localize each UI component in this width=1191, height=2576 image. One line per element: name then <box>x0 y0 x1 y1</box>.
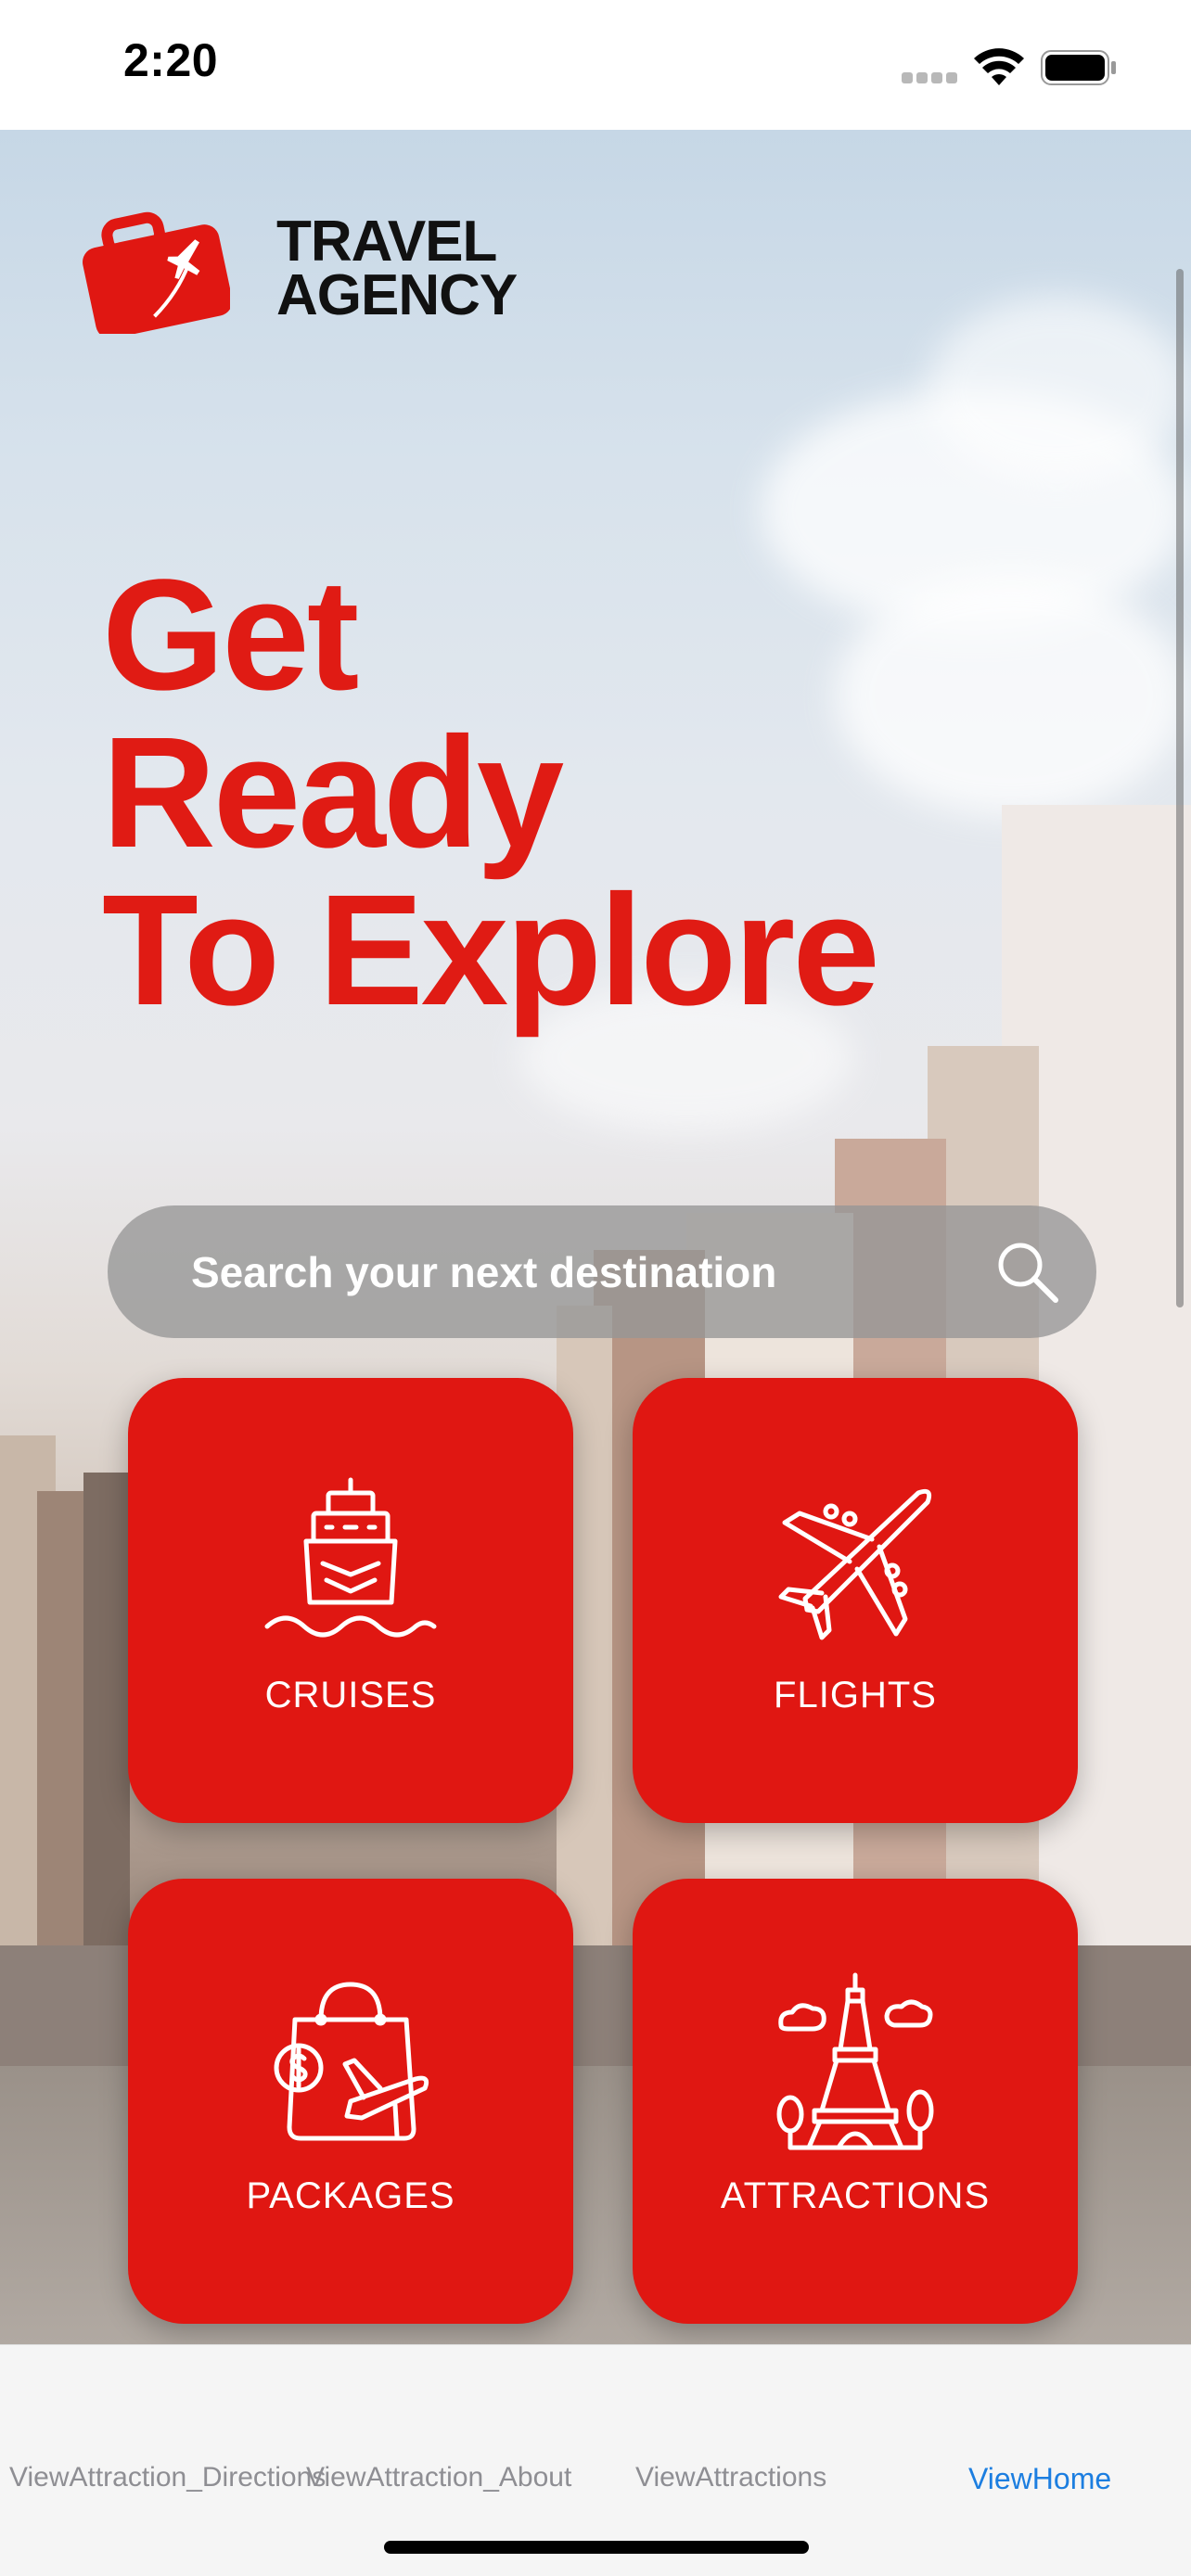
logo-text: TRAVEL AGENCY <box>276 210 518 327</box>
cruise-ship-icon <box>264 1477 437 1638</box>
cellular-signal-icon <box>902 72 957 83</box>
tab-view-home[interactable]: ViewHome <box>968 2462 1111 2496</box>
wifi-icon <box>974 48 1024 85</box>
logo-text-line2: AGENCY <box>276 263 518 327</box>
shopping-bag-icon <box>274 1982 429 2141</box>
tab-view-attraction-about[interactable]: ViewAttraction_About <box>306 2462 571 2493</box>
airplane-icon <box>778 1488 932 1640</box>
scroll-indicator[interactable] <box>1176 269 1184 1307</box>
status-bar: 2:20 <box>0 0 1191 130</box>
cruises-label: CRUISES <box>264 1675 437 1715</box>
eiffel-tower-icon <box>776 1972 934 2150</box>
travel-agency-logo: TRAVEL AGENCY <box>82 204 527 343</box>
packages-button[interactable]: PACKAGES <box>128 1879 573 2324</box>
attractions-label: ATTRACTIONS <box>720 2175 991 2216</box>
status-time: 2:20 <box>123 34 219 86</box>
search-input[interactable] <box>191 1205 1026 1338</box>
headline-line3: To Explore <box>102 862 880 1039</box>
battery-icon <box>1041 50 1116 85</box>
attractions-button[interactable]: ATTRACTIONS <box>633 1879 1078 2324</box>
logo-text-line1: TRAVEL <box>276 210 497 274</box>
home-indicator <box>384 2541 809 2554</box>
flights-label: FLIGHTS <box>774 1675 937 1715</box>
tab-view-attraction-directions[interactable]: ViewAttraction_Directions <box>9 2462 326 2493</box>
headline-line2: Ready <box>102 705 564 881</box>
cruises-button[interactable]: CRUISES <box>128 1378 573 1823</box>
headline-line1: Get <box>102 547 359 723</box>
flights-button[interactable]: FLIGHTS <box>633 1378 1078 1823</box>
search-bar[interactable] <box>108 1205 1096 1338</box>
tab-view-attractions[interactable]: ViewAttractions <box>635 2462 826 2493</box>
headline: Get Ready To Explore <box>102 556 1122 1029</box>
packages-label: PACKAGES <box>246 2175 455 2216</box>
search-icon[interactable] <box>992 1237 1063 1307</box>
suitcase-airplane-icon <box>83 211 230 334</box>
